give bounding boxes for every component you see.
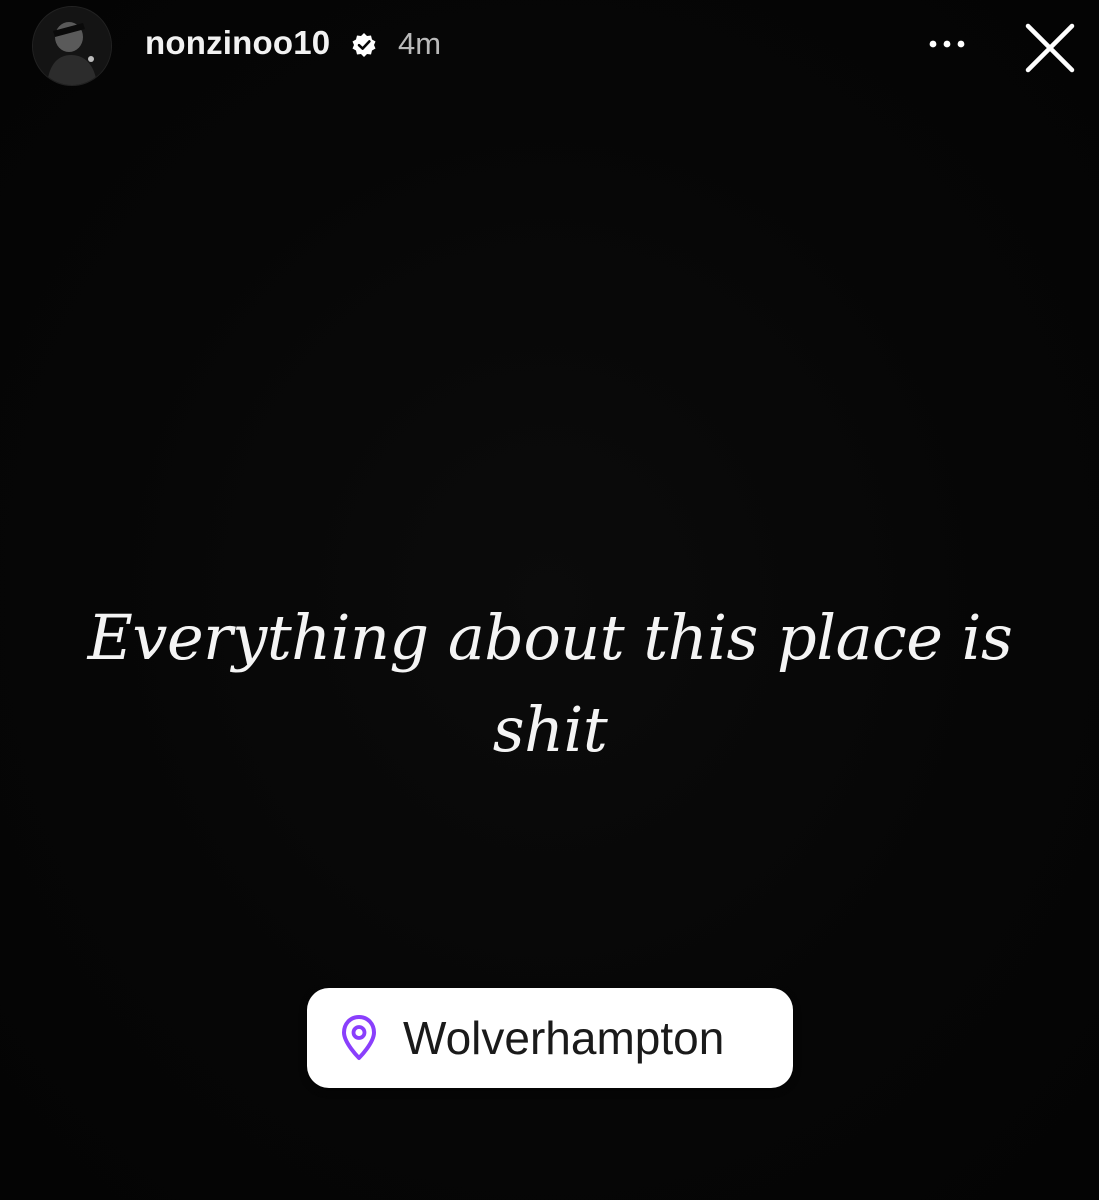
avatar-photo (33, 7, 111, 85)
story-caption: Everything about this place is shit (87, 601, 1013, 766)
post-time: 4m (398, 26, 442, 61)
username[interactable]: nonzinoo10 (145, 24, 330, 62)
verified-badge-icon (352, 33, 376, 57)
location-sticker[interactable]: Wolverhampton (307, 988, 793, 1088)
story-header: nonzinoo10 4m (0, 0, 1099, 90)
more-options-icon[interactable] (924, 28, 970, 56)
story-viewer[interactable]: nonzinoo10 4m Everything about this plac… (0, 0, 1099, 1200)
location-label: Wolverhampton (403, 1012, 725, 1064)
close-icon[interactable] (1020, 18, 1080, 78)
avatar[interactable] (32, 6, 112, 86)
location-pin-icon (342, 1015, 376, 1060)
